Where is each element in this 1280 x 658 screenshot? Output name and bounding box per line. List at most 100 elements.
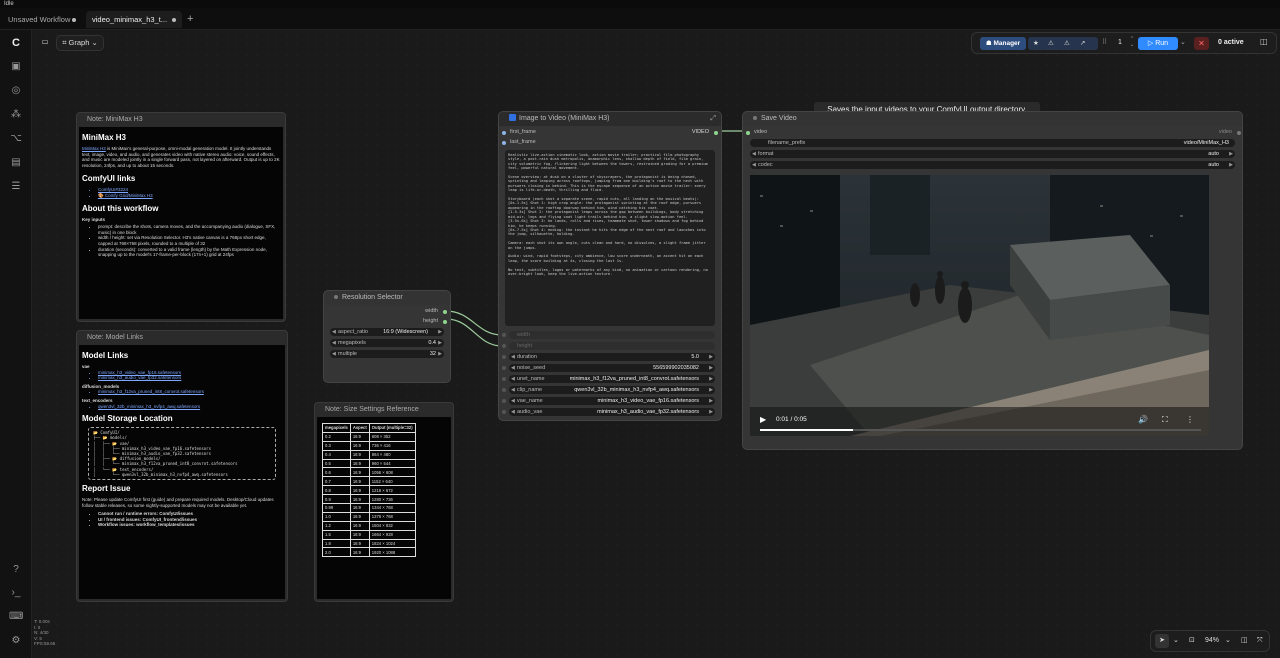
widget-clip-name[interactable]: ◀ clip_name qwen3vl_32b_minimax_h3_nvfp4_a… bbox=[509, 386, 715, 394]
output-slot-video[interactable] bbox=[714, 131, 718, 135]
minimap-icon[interactable]: ◫ bbox=[1241, 631, 1248, 651]
note-minimax-h3[interactable]: Note: MiniMax H3 MiniMax H3 MiniMax H3 i… bbox=[76, 112, 286, 322]
right-arrow-icon[interactable]: ▶ bbox=[709, 375, 713, 383]
tab-video-minimax[interactable]: video_minimax_h3_t... bbox=[86, 11, 182, 28]
queue-icon[interactable]: ☰ bbox=[9, 180, 23, 194]
right-arrow-icon[interactable]: ▶ bbox=[438, 328, 442, 336]
right-arrow-icon[interactable]: ▶ bbox=[709, 397, 713, 405]
input-slot[interactable] bbox=[502, 388, 506, 392]
input-slot[interactable] bbox=[502, 377, 506, 381]
input-slot-video[interactable] bbox=[746, 131, 750, 135]
left-arrow-icon[interactable]: ◀ bbox=[511, 353, 515, 361]
expand-icon[interactable]: ⤢ bbox=[710, 112, 716, 126]
input-slot[interactable] bbox=[502, 410, 506, 414]
input-slot[interactable] bbox=[502, 355, 506, 359]
select-mode-icon[interactable]: ➤ bbox=[1155, 634, 1169, 648]
play-button-icon[interactable]: ▶ bbox=[760, 415, 766, 424]
tab-unsaved-workflow[interactable]: Unsaved Workflow bbox=[2, 11, 82, 28]
widget-noise-seed[interactable]: ◀ noise_seed 556599902035082 ▶ bbox=[509, 364, 715, 372]
comfy-logo-icon[interactable]: C bbox=[9, 36, 23, 50]
left-arrow-icon[interactable]: ◀ bbox=[511, 386, 515, 394]
input-slot-first-frame[interactable] bbox=[502, 131, 506, 135]
widget-vae-name[interactable]: ◀ vae_name minimax_h3_video_vae_fp16.safet… bbox=[509, 397, 715, 405]
widget-label: clip_name bbox=[517, 387, 543, 393]
graph-canvas[interactable]: ▭ ⌗ Graph ⌄ ☗ Manager ★ ⚠ ⚠ ↗ ⠿ 1 ⌃ ⌄ ▷ R… bbox=[32, 30, 1280, 658]
video-player[interactable]: ▶ 0:01 / 0:05 🔊 ⛶ ⋮ bbox=[750, 175, 1209, 436]
mode-chevron-icon[interactable]: ⌄ bbox=[1173, 631, 1179, 651]
node-resolution-selector[interactable]: Resolution Selector width height ◀ aspect… bbox=[323, 290, 451, 383]
help-icon[interactable]: ? bbox=[9, 563, 23, 577]
note-model-links[interactable]: Note: Model Links Model Links vae minima… bbox=[76, 330, 288, 602]
intro-link[interactable]: MiniMax H3 bbox=[82, 146, 106, 151]
right-arrow-icon[interactable]: ▶ bbox=[1229, 161, 1233, 169]
output-slot-grey[interactable] bbox=[1237, 131, 1241, 135]
widget-aspect-ratio[interactable]: ◀ aspect_ratio 16:9 (Widescreen) ▶ bbox=[330, 328, 444, 336]
right-arrow-icon[interactable]: ▶ bbox=[709, 386, 713, 394]
more-options-icon[interactable]: ⋮ bbox=[1186, 415, 1194, 424]
left-arrow-icon[interactable]: ◀ bbox=[332, 328, 336, 336]
widget-codec[interactable]: ◀ codec auto ▶ bbox=[750, 161, 1235, 169]
right-arrow-icon[interactable]: ▶ bbox=[438, 339, 442, 347]
list-item[interactable]: Workflow issues: workflow_templates/issu… bbox=[98, 522, 282, 528]
table-cell: 0.8 bbox=[322, 485, 351, 496]
node-save-video[interactable]: Save Video video video filename_prefix vi… bbox=[742, 111, 1243, 450]
widget-format[interactable]: ◀ format auto ▶ bbox=[750, 150, 1235, 158]
settings-gear-icon[interactable]: ⚙ bbox=[9, 634, 23, 648]
zoom-level[interactable]: 94% bbox=[1205, 631, 1219, 651]
add-tab-button[interactable]: + bbox=[184, 11, 200, 28]
images-icon[interactable]: ▣ bbox=[9, 60, 23, 74]
left-arrow-icon[interactable]: ◀ bbox=[511, 364, 515, 372]
right-arrow-icon[interactable]: ▶ bbox=[709, 364, 713, 372]
right-arrow-icon[interactable]: ▶ bbox=[709, 408, 713, 416]
left-arrow-icon[interactable]: ◀ bbox=[752, 150, 756, 158]
list-item[interactable]: minimax_h3_audio_vae_fp32.safetensors bbox=[98, 375, 282, 381]
input-slot[interactable] bbox=[502, 366, 506, 370]
list-item[interactable]: 🎨 Comfy Grid/MiniMax H3 bbox=[98, 193, 280, 199]
keyboard-icon[interactable]: ⌨ bbox=[9, 610, 23, 624]
link-visibility-icon[interactable]: ⤧ bbox=[1257, 631, 1263, 651]
video-progress-track[interactable] bbox=[760, 429, 1201, 431]
input-slot-height[interactable] bbox=[502, 344, 506, 348]
table-cell: 1.0 bbox=[322, 511, 351, 522]
input-slot-width[interactable] bbox=[502, 333, 506, 337]
right-arrow-icon[interactable]: ▶ bbox=[1229, 150, 1233, 158]
nodes-library-icon[interactable]: ◎ bbox=[9, 84, 23, 98]
widget-duration[interactable]: ◀ duration 5.0 ▶ bbox=[509, 353, 715, 361]
widget-filename-prefix[interactable]: filename_prefix video/MiniMax_H3 bbox=[750, 139, 1235, 147]
left-arrow-icon[interactable]: ◀ bbox=[511, 408, 515, 416]
widget-multiple[interactable]: ◀ multiple 32 ▶ bbox=[330, 350, 444, 358]
zoom-chevron-icon[interactable]: ⌄ bbox=[1225, 631, 1231, 651]
output-slot-height[interactable] bbox=[443, 320, 447, 324]
table-cell: 0.2 bbox=[322, 431, 351, 442]
list-item[interactable]: qwen3vl_32b_minimax_h3_nvfp4_awq.safeten… bbox=[98, 404, 282, 410]
fullscreen-icon[interactable]: ⛶ bbox=[1162, 415, 1168, 425]
fit-view-icon[interactable]: ⊡ bbox=[1189, 631, 1195, 651]
left-arrow-icon[interactable]: ◀ bbox=[332, 350, 336, 358]
left-arrow-icon[interactable]: ◀ bbox=[511, 375, 515, 383]
left-arrow-icon[interactable]: ◀ bbox=[511, 397, 515, 405]
terminal-icon[interactable]: ›_ bbox=[9, 586, 23, 600]
widget-megapixels[interactable]: ◀ megapixels 0.4 ▶ bbox=[330, 339, 444, 347]
input-slot-last-frame[interactable] bbox=[502, 141, 506, 145]
table-row: 1.8 16:9 1824 × 1024 bbox=[322, 538, 416, 549]
right-arrow-icon[interactable]: ▶ bbox=[438, 350, 442, 358]
list-item[interactable]: minimax_h3_f12va_pruned_int8_convrot.saf… bbox=[98, 389, 282, 395]
node-image-to-video[interactable]: Image to Video (MiniMax H3) ⤢ first_frame… bbox=[498, 111, 722, 421]
note-size-settings[interactable]: Note: Size Settings Reference megapixels… bbox=[314, 402, 454, 602]
templates-icon[interactable]: ▤ bbox=[9, 156, 23, 170]
left-arrow-icon[interactable]: ◀ bbox=[752, 161, 756, 169]
widget-label: width bbox=[517, 332, 530, 338]
output-slot-width[interactable] bbox=[443, 310, 447, 314]
left-arrow-icon[interactable]: ◀ bbox=[332, 339, 336, 347]
volume-icon[interactable]: 🔊 bbox=[1138, 415, 1148, 424]
widget-audio-vae[interactable]: ◀ audio_vae minimax_h3_audio_vae_fp32.safe… bbox=[509, 408, 715, 416]
right-arrow-icon[interactable]: ▶ bbox=[709, 353, 713, 361]
widget-value: 0.4 bbox=[428, 340, 436, 346]
table-cell: 16:9 bbox=[349, 494, 370, 505]
widget-unet-name[interactable]: ◀ unet_name minimax_h3_f12va_pruned_int8_c… bbox=[509, 375, 715, 383]
model-library-icon[interactable]: ⁂ bbox=[9, 108, 23, 122]
note-body: Model Links vae minimax_h3_video_vae_fp1… bbox=[79, 345, 285, 599]
input-slot[interactable] bbox=[502, 399, 506, 403]
workflows-icon[interactable]: ⌥ bbox=[9, 132, 23, 146]
prompt-textarea[interactable]: Realistic live-action cinematic look, ac… bbox=[505, 150, 715, 326]
